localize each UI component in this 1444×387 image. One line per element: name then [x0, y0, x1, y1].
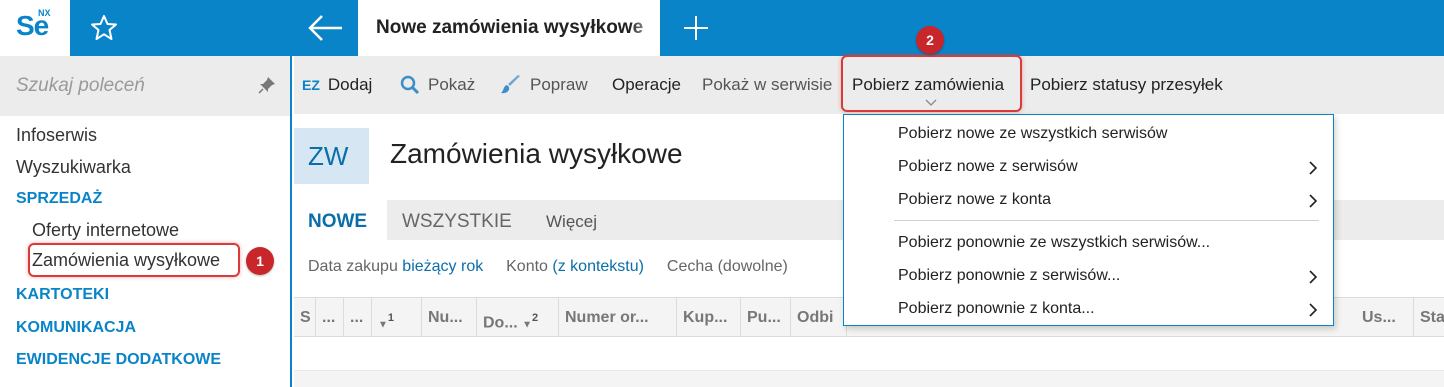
column-header[interactable]: Nu...	[422, 298, 477, 338]
tab-nowe-label: NOWE	[308, 211, 368, 232]
column-header[interactable]: Us...	[1356, 298, 1414, 338]
tab-nowe-zamowienia[interactable]: Nowe zamówienia wysyłkowe	[358, 0, 660, 56]
app-logo[interactable]: Se NX	[0, 0, 70, 56]
pokaz-button[interactable]: Pokaż	[400, 56, 475, 114]
menu-item-ponownie-wszystkie[interactable]: Pobierz ponownie ze wszystkich serwisów.…	[898, 234, 1210, 252]
top-bar: Se NX Nowe zamówienia wysyłkowe	[0, 0, 1444, 56]
sidebar-section-sprzedaz[interactable]: SPRZEDAŻ	[16, 190, 102, 208]
pin-icon[interactable]	[258, 76, 276, 94]
column-header[interactable]: Kup...	[677, 298, 741, 338]
menu-separator	[894, 220, 1319, 221]
page-title: Zamówienia wysyłkowe	[390, 138, 683, 169]
popraw-button[interactable]: Popraw	[500, 56, 588, 114]
sidebar-section-ewidencje-dodatkowe[interactable]: EWIDENCJE DODATKOWE	[16, 351, 221, 369]
search-icon	[400, 75, 420, 95]
search-input[interactable]	[16, 72, 246, 100]
pobierz-statusy-label: Pobierz statusy przesyłek	[1030, 75, 1223, 94]
pokaz-label: Pokaż	[428, 75, 476, 94]
tab-wszystkie[interactable]: WSZYSTKIE	[402, 211, 512, 233]
filter-row: Data zakupu bieżący rok Konto (z konteks…	[308, 258, 788, 276]
column-header[interactable]: Sta	[1414, 298, 1444, 338]
module-code: ZW	[308, 141, 349, 171]
column-header-sorted-1[interactable]: ▼1	[372, 298, 422, 338]
tab-title: Nowe zamówienia wysyłkowe	[376, 17, 644, 38]
column-header[interactable]: Pu...	[741, 298, 791, 338]
popraw-label: Popraw	[530, 75, 588, 94]
chevron-right-icon	[1309, 161, 1318, 175]
filter-konto-label: Konto	[506, 258, 548, 275]
brush-icon	[501, 75, 520, 94]
plus-icon[interactable]	[680, 12, 712, 44]
column-header[interactable]: S	[294, 298, 316, 338]
sidebar-item-zamowienia-wysylkowe[interactable]: Zamówienia wysyłkowe	[32, 250, 220, 271]
sort-desc-icon: ▼	[378, 319, 388, 331]
step-badge-2: 2	[916, 26, 944, 54]
command-search	[0, 56, 290, 116]
chevron-right-icon	[1309, 194, 1318, 208]
dodaj-button[interactable]: EZ Dodaj	[302, 56, 372, 114]
grid-body[interactable]	[294, 337, 1444, 371]
column-header-sorted-2[interactable]: Do... ▼2	[477, 298, 559, 338]
sidebar-item-infoserwis[interactable]: Infoserwis	[16, 125, 97, 146]
filter-cecha[interactable]: Cecha (dowolne)	[667, 258, 788, 275]
sidebar-section-komunikacja[interactable]: KOMUNIKACJA	[16, 319, 136, 337]
tab-nowe[interactable]: NOWE	[294, 200, 387, 240]
menu-item-nowe-wszystkie[interactable]: Pobierz nowe ze wszystkich serwisów	[898, 125, 1167, 143]
chevron-right-icon	[1309, 303, 1318, 317]
filter-data-value[interactable]: bieżący rok	[402, 258, 483, 275]
menu-item-nowe-konto[interactable]: Pobierz nowe z konta	[898, 191, 1051, 209]
tab-wiecej[interactable]: Więcej	[546, 212, 597, 232]
filter-konto-value[interactable]: (z kontekstu)	[552, 258, 644, 275]
sidebar-item-oferty-internetowe[interactable]: Oferty internetowe	[32, 220, 179, 241]
column-header[interactable]: ...	[316, 298, 344, 338]
column-header[interactable]: Numer or...	[559, 298, 677, 338]
dodaj-label: Dodaj	[327, 75, 373, 94]
logo-superscript: NX	[38, 8, 51, 18]
menu-item-nowe-serwisy[interactable]: Pobierz nowe z serwisów	[898, 158, 1078, 176]
menu-item-ponownie-konto[interactable]: Pobierz ponownie z konta...	[898, 300, 1095, 318]
star-icon[interactable]	[88, 12, 120, 44]
pokaz-w-serwisie-label: Pokaż w serwisie	[702, 75, 833, 94]
column-header[interactable]: ...	[344, 298, 372, 338]
sidebar-section-kartoteki[interactable]: KARTOTEKI	[16, 286, 109, 304]
pobierz-statusy-button[interactable]: Pobierz statusy przesyłek	[1030, 56, 1223, 114]
pobierz-zamowienia-menu: Pobierz nowe ze wszystkich serwisów Pobi…	[843, 114, 1334, 326]
ez-icon: EZ	[302, 77, 320, 93]
operacje-label: Operacje	[612, 75, 681, 94]
column-header[interactable]: Odbi	[791, 298, 847, 338]
step-badge-1: 1	[246, 247, 274, 275]
tab-fade	[630, 0, 660, 56]
pokaz-w-serwisie-button[interactable]: Pokaż w serwisie	[702, 56, 832, 114]
sidebar-item-wyszukiwarka[interactable]: Wyszukiwarka	[16, 157, 131, 178]
sort-desc-icon: ▼	[522, 319, 533, 331]
operacje-button[interactable]: Operacje	[612, 56, 681, 114]
module-code-box: ZW	[294, 128, 369, 184]
grid-footer	[294, 371, 1444, 387]
chevron-down-icon	[925, 99, 937, 106]
menu-item-ponownie-serwisy[interactable]: Pobierz ponownie z serwisów...	[898, 267, 1120, 285]
back-arrow-icon[interactable]	[300, 10, 352, 46]
sidebar: Infoserwis Wyszukiwarka SPRZEDAŻ Oferty …	[0, 56, 292, 387]
chevron-right-icon	[1309, 270, 1318, 284]
filter-data-label: Data zakupu	[308, 258, 398, 275]
